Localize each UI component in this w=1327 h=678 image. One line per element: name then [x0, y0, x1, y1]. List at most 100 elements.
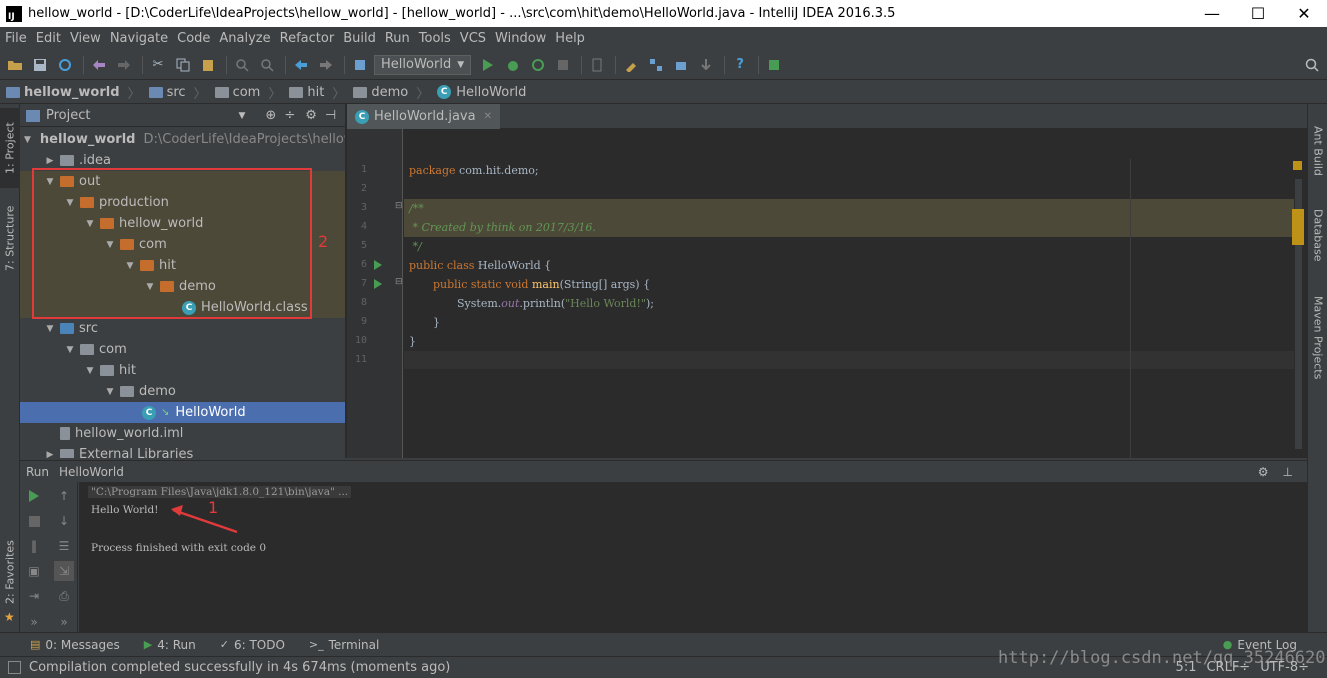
tool-tab-ant-build[interactable]: Ant Build [1308, 116, 1327, 186]
find-icon[interactable] [231, 54, 253, 76]
expand-icon[interactable]: ▼ [84, 366, 96, 376]
run-config-dropdown[interactable]: HelloWorld ▼ [374, 54, 472, 75]
fold-icon[interactable]: ⊟ [395, 277, 403, 287]
tab-helloworld-java[interactable]: C HelloWorld.java ✕ [347, 104, 500, 129]
run-gutter-icon[interactable] [374, 260, 382, 270]
forward-icon[interactable] [315, 54, 337, 76]
menu-build[interactable]: Build [338, 31, 380, 46]
coverage-icon[interactable] [527, 54, 549, 76]
tool-tab-favorites[interactable]: 2: Favorites [0, 534, 20, 610]
search-everywhere-icon[interactable] [1301, 54, 1323, 76]
redo-icon[interactable] [113, 54, 135, 76]
expand-icon[interactable]: ▼ [64, 345, 76, 355]
tab-terminal[interactable]: >_ Terminal [309, 638, 379, 652]
expand-icon[interactable]: ▼ [44, 324, 56, 334]
tree-item-src-com[interactable]: ▼ com [20, 339, 345, 360]
menu-code[interactable]: Code [172, 31, 214, 46]
back-icon[interactable] [290, 54, 312, 76]
menu-file[interactable]: File [0, 31, 31, 46]
down-icon[interactable]: ↓ [54, 511, 74, 531]
run-gutter-icon[interactable] [374, 279, 382, 289]
breadcrumb-item-com[interactable]: com 〉 [214, 83, 281, 102]
breadcrumb-item-class[interactable]: C HelloWorld [437, 85, 526, 100]
collapse-arrow-icon[interactable]: ▶ [44, 156, 56, 166]
sdk-icon[interactable] [670, 54, 692, 76]
exit-icon[interactable]: ⇥ [24, 586, 44, 606]
expand-icon[interactable]: ▼ [104, 387, 116, 397]
expand-icon[interactable]: ▼ [24, 135, 31, 145]
replace-icon[interactable] [256, 54, 278, 76]
status-message[interactable]: Compilation completed successfully in 4s… [29, 660, 450, 675]
tool-tab-structure[interactable]: 7: Structure [0, 198, 20, 278]
collapse-icon[interactable]: ÷ [284, 108, 295, 123]
gear-icon[interactable]: ⚙ [1258, 465, 1269, 479]
code-editor[interactable]: 1 2 3 4 5 6 7 8 9 10 11 ⊟ ⊟ package com.… [347, 129, 1307, 458]
menu-tools[interactable]: Tools [414, 31, 455, 46]
vcs-icon[interactable] [586, 54, 608, 76]
up-icon[interactable]: ↑ [54, 486, 74, 506]
hide-panel-icon[interactable]: ⊥ [1283, 465, 1293, 479]
tree-item-iml[interactable]: hellow_world.iml [20, 423, 345, 444]
stop-icon[interactable] [552, 54, 574, 76]
cut-icon[interactable]: ✂ [147, 54, 169, 76]
gear-icon[interactable]: ⚙ [305, 108, 317, 123]
tree-item-src[interactable]: ▼ src [20, 318, 345, 339]
menu-window[interactable]: Window [490, 31, 550, 46]
breadcrumb-item-src[interactable]: src 〉 [148, 83, 207, 102]
close-icon[interactable]: ✕ [484, 111, 492, 122]
save-icon[interactable] [29, 54, 51, 76]
debug-icon[interactable] [502, 54, 524, 76]
soft-wrap-icon[interactable]: ☰ [54, 536, 74, 556]
maximize-button[interactable]: ☐ [1235, 0, 1281, 27]
download-icon[interactable] [695, 54, 717, 76]
more-icon[interactable]: » [24, 612, 44, 632]
project-panel-title[interactable]: Project [46, 108, 90, 123]
tree-item-src-hit[interactable]: ▼ hit [20, 360, 345, 381]
rerun-icon[interactable] [24, 486, 44, 506]
run-config-tab[interactable]: HelloWorld [59, 465, 124, 479]
menu-run[interactable]: Run [380, 31, 414, 46]
tree-root[interactable]: ▼ hellow_world D:\CoderLife\IdeaProjects… [20, 129, 345, 150]
project-structure-icon[interactable] [645, 54, 667, 76]
paste-icon[interactable] [197, 54, 219, 76]
stop-icon[interactable] [24, 511, 44, 531]
print-icon[interactable]: ⎙ [54, 586, 74, 606]
chevron-down-icon[interactable]: ▼ [238, 111, 245, 121]
fold-icon[interactable]: ⊟ [395, 201, 403, 211]
close-button[interactable]: ✕ [1281, 0, 1327, 27]
tree-item-helloworld-selected[interactable]: C ↘ HelloWorld [20, 402, 345, 423]
menu-analyze[interactable]: Analyze [214, 31, 274, 46]
plugin-icon[interactable] [763, 54, 785, 76]
menu-view[interactable]: View [65, 31, 105, 46]
open-folder-icon[interactable] [4, 54, 26, 76]
tree-item-src-demo[interactable]: ▼ demo [20, 381, 345, 402]
collapse-arrow-icon[interactable]: ▶ [44, 450, 56, 459]
more-icon[interactable]: » [54, 612, 74, 632]
tree-item-external-libraries[interactable]: ▶ External Libraries [20, 444, 345, 458]
copy-icon[interactable] [172, 54, 194, 76]
tool-tab-database[interactable]: Database [1308, 200, 1327, 270]
sync-icon[interactable] [54, 54, 76, 76]
run-console[interactable]: "C:\Program Files\Java\jdk1.8.0_121\bin\… [79, 482, 1307, 632]
breadcrumb-item-project[interactable]: hellow_world 〉 [6, 83, 141, 102]
breadcrumb-item-demo[interactable]: demo 〉 [353, 83, 429, 102]
locate-icon[interactable]: ⊕ [265, 108, 276, 123]
menu-help[interactable]: Help [550, 31, 589, 46]
inspection-status-icon[interactable] [1293, 161, 1302, 170]
tab-run[interactable]: ▶ 4: Run [144, 638, 196, 652]
tab-messages[interactable]: ▤ 0: Messages [30, 638, 120, 652]
scroll-to-end-icon[interactable]: ⇲ [54, 561, 74, 581]
build-icon[interactable] [349, 54, 371, 76]
minimize-button[interactable]: — [1189, 0, 1235, 27]
console-command-line[interactable]: "C:\Program Files\Java\jdk1.8.0_121\bin\… [88, 486, 352, 498]
hide-icon[interactable]: ⊣ [325, 108, 336, 123]
pause-icon[interactable]: ‖ [24, 536, 44, 556]
status-toggle-icon[interactable] [8, 661, 21, 674]
undo-icon[interactable] [88, 54, 110, 76]
menu-edit[interactable]: Edit [31, 31, 65, 46]
camera-icon[interactable]: ▣ [24, 561, 44, 581]
error-stripe-mark[interactable] [1292, 209, 1304, 245]
breadcrumb-item-hit[interactable]: hit 〉 [289, 83, 345, 102]
tab-todo[interactable]: ✓ 6: TODO [220, 638, 285, 652]
settings-icon[interactable] [620, 54, 642, 76]
